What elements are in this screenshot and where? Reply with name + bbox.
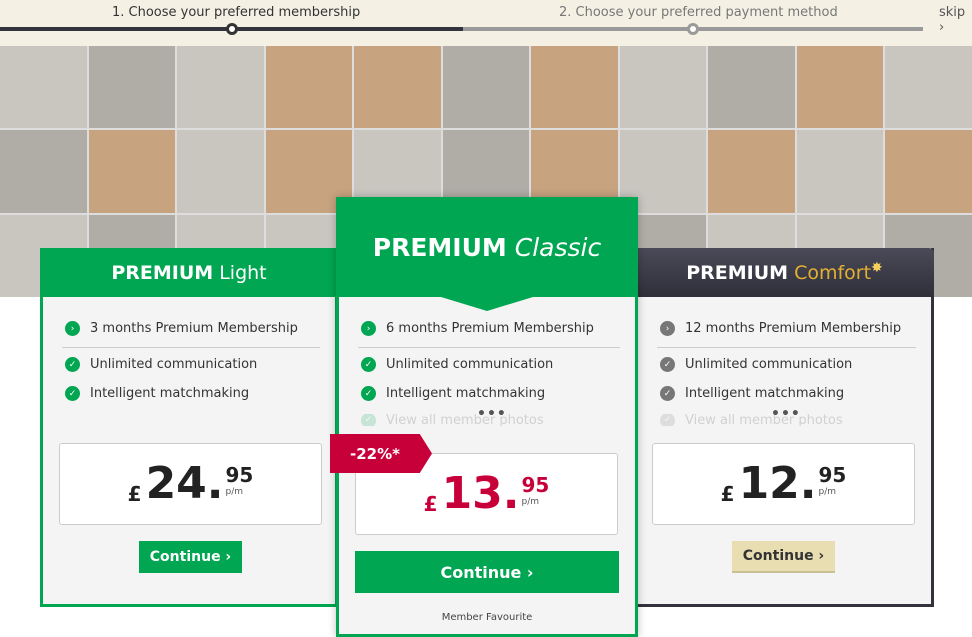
step-1-label: 1. Choose your preferred membership <box>112 5 361 20</box>
feature-item: ✓ Unlimited communication <box>660 357 852 372</box>
chevron-right-icon: › <box>361 321 376 336</box>
more-features-icon[interactable]: ••• <box>771 406 801 422</box>
price-box: £24. 95 p/m <box>59 443 322 525</box>
feature-item: ✓ Unlimited communication <box>361 357 553 372</box>
chevron-right-icon: › <box>660 321 675 336</box>
step-2-label: 2. Choose your preferred payment method <box>559 5 838 20</box>
step-1-marker <box>226 23 238 35</box>
check-icon: ✓ <box>361 414 376 426</box>
check-icon: ✓ <box>660 386 675 401</box>
continue-button-comfort[interactable]: Continue › <box>732 541 835 573</box>
header-notch <box>441 297 533 311</box>
check-icon: ✓ <box>361 386 376 401</box>
member-favourite-label: Member Favourite <box>441 612 533 623</box>
feature-item: › 3 months Premium Membership <box>65 321 298 336</box>
continue-button-classic[interactable]: Continue › <box>355 551 619 593</box>
sparkle-icon: ✸ <box>871 259 883 276</box>
feature-item: ✓ Intelligent matchmaking <box>65 386 249 401</box>
step-2-marker <box>687 23 699 35</box>
feature-item: ✓ Intelligent matchmaking <box>660 386 844 401</box>
feature-item: › 6 months Premium Membership <box>361 321 594 336</box>
progress-bar: 1. Choose your preferred membership 2. C… <box>0 0 972 46</box>
check-icon: ✓ <box>660 357 675 372</box>
more-features-icon[interactable]: ••• <box>477 406 507 422</box>
plan-header: PREMIUM Comfort ✸ <box>635 248 934 297</box>
continue-button-light[interactable]: Continue › <box>139 541 242 573</box>
feature-item: › 12 months Premium Membership <box>660 321 901 336</box>
feature-item: ✓ View all member photos <box>660 414 843 426</box>
plan-card-light: PREMIUM Light › 3 months Premium Membershi… <box>40 248 338 607</box>
feature-item: ✓ View all member photos <box>361 414 544 426</box>
check-icon: ✓ <box>65 357 80 372</box>
plan-header: PREMIUM Classic <box>336 197 638 297</box>
feature-item: ✓ Intelligent matchmaking <box>361 386 545 401</box>
price-box: £12. 95 p/m <box>652 443 915 525</box>
check-icon: ✓ <box>361 357 376 372</box>
plan-header: PREMIUM Light <box>40 248 338 297</box>
plan-card-comfort: PREMIUM Comfort ✸ › 12 months Premium Membe… <box>635 248 934 607</box>
discount-badge: -22%* <box>330 434 432 473</box>
check-icon: ✓ <box>65 386 80 401</box>
check-icon: ✓ <box>660 414 675 426</box>
skip-link[interactable]: skip › <box>939 5 972 35</box>
plan-card-classic: PREMIUM Classic › 6 months Premium Members… <box>336 197 638 637</box>
chevron-right-icon: › <box>65 321 80 336</box>
feature-item: ✓ Unlimited communication <box>65 357 257 372</box>
